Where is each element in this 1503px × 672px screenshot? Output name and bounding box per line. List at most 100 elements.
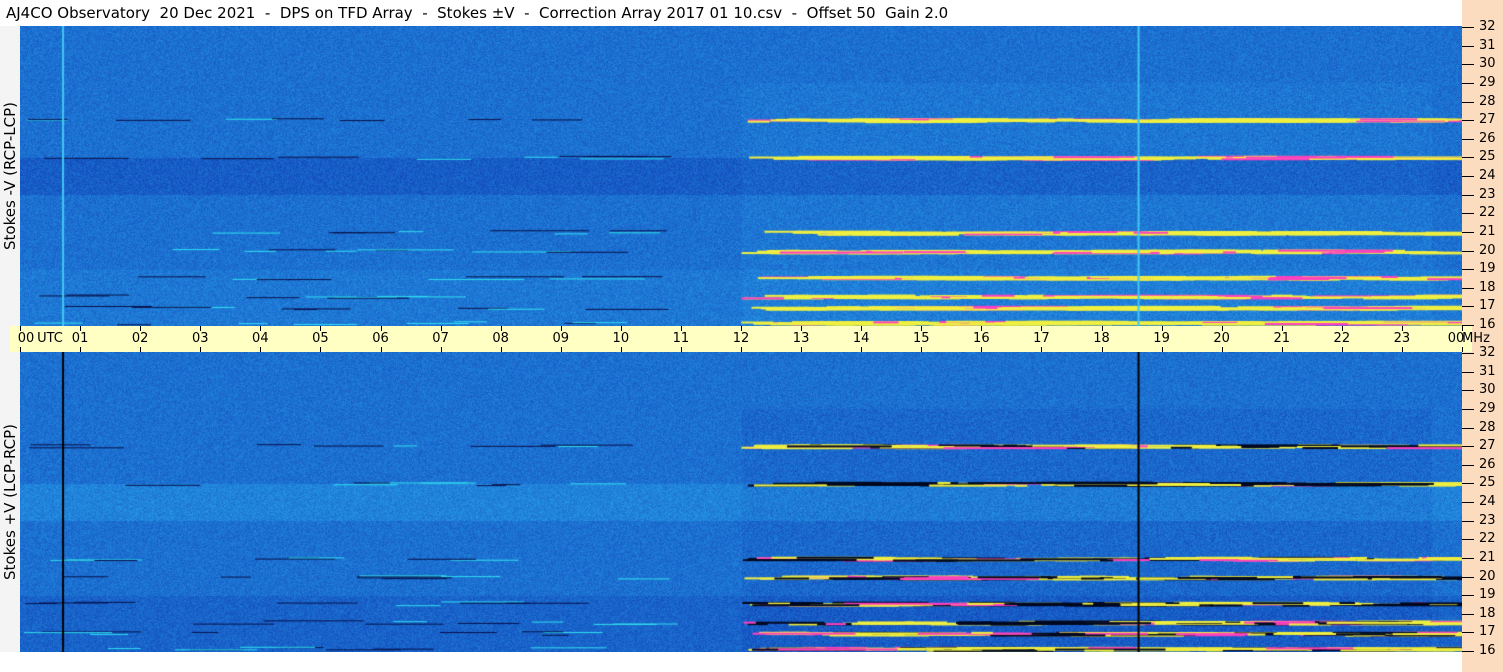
time-tick-mark [1161, 326, 1163, 331]
freq-tick-label: 25 [1479, 475, 1496, 491]
freq-tick-mark [1462, 576, 1474, 578]
freq-tick-mark [1462, 651, 1474, 652]
freq-tick-mark [1462, 632, 1474, 634]
time-tick-mark [1101, 326, 1103, 331]
time-tick-mark [560, 347, 562, 352]
freq-tick-label: 16 [1479, 643, 1496, 658]
freq-tick-mark [1462, 502, 1474, 503]
freq-tick-mark [1462, 82, 1474, 84]
freq-tick-label: 27 [1479, 438, 1496, 454]
time-tick-mark [140, 326, 142, 331]
freq-tick-label: 29 [1479, 400, 1496, 416]
time-tick-mark [620, 347, 622, 352]
spectrogram-stokes-minus-v [20, 26, 1462, 326]
time-tick-mark [741, 347, 742, 352]
freq-tick-label: 17 [1479, 624, 1496, 640]
freq-tick-label: 18 [1479, 279, 1496, 295]
time-tick-mark [200, 326, 202, 331]
time-tick-mark [801, 347, 803, 352]
panel-bottom-label: Stokes +V (LCP-RCP) [1, 424, 19, 580]
freq-tick-mark [1462, 138, 1474, 140]
freq-tick-mark [1462, 483, 1474, 485]
freq-tick-label: 27 [1479, 112, 1496, 128]
freq-tick-mark [1462, 250, 1474, 252]
time-tick-mark [440, 326, 442, 331]
freq-tick-mark [1462, 64, 1474, 66]
freq-tick-label: 31 [1479, 37, 1496, 53]
freq-tick-mark [1462, 427, 1474, 429]
freq-tick-label: 18 [1479, 605, 1496, 621]
utc-label: UTC [37, 331, 63, 346]
freq-tick-mark [1462, 408, 1474, 410]
freq-tick-label: 19 [1479, 261, 1496, 277]
freq-tick-mark [1462, 613, 1474, 615]
freq-tick-mark [1462, 45, 1474, 47]
time-tick-mark [440, 347, 442, 352]
freq-tick-mark [1462, 101, 1474, 103]
time-tick-mark [1161, 347, 1163, 352]
time-tick-mark [1221, 326, 1223, 331]
time-tick-mark [921, 326, 923, 331]
freq-tick-mark [1462, 306, 1474, 308]
freq-tick-mark [1462, 371, 1474, 373]
freq-tick-mark [1462, 213, 1474, 215]
time-axis: 00 01 02 03 04 05 06 07 08 09 10 11 12 13 14 15 16 17 18 19… [10, 326, 1490, 352]
time-tick-mark [260, 347, 262, 352]
time-tick-mark [741, 326, 742, 331]
time-tick-mark [1041, 347, 1043, 352]
freq-tick-mark [1462, 520, 1474, 522]
bottom-margin [0, 652, 1462, 672]
freq-tick-label: 32 [1479, 19, 1496, 34]
time-tick-mark [380, 326, 382, 331]
freq-tick-mark [1462, 446, 1474, 448]
time-tick-mark [861, 347, 863, 352]
time-tick-mark [1401, 326, 1403, 331]
freq-tick-label: 20 [1479, 242, 1496, 258]
freq-tick-mark [1462, 287, 1474, 289]
freq-tick-label: 26 [1479, 456, 1496, 472]
time-tick-mark [20, 326, 21, 331]
time-tick-mark [1281, 326, 1283, 331]
time-tick-mark [560, 326, 562, 331]
freq-tick-label: 21 [1479, 549, 1496, 565]
time-tick-mark [801, 326, 803, 331]
time-tick-mark [260, 326, 262, 331]
freq-tick-mark [1462, 176, 1474, 177]
time-tick-mark [680, 326, 682, 331]
spectrogram-stokes-plus-v [20, 352, 1462, 652]
time-tick-mark [500, 347, 502, 352]
time-tick-mark [1281, 347, 1283, 352]
freq-tick-label: 20 [1479, 568, 1496, 584]
freq-tick-mark [1462, 269, 1474, 271]
freq-tick-mark [1462, 539, 1474, 541]
freq-tick-mark [1462, 27, 1474, 28]
freq-tick-mark [1462, 194, 1474, 196]
freq-tick-label: 22 [1479, 205, 1496, 221]
time-tick-mark [921, 347, 923, 352]
time-tick-mark [1221, 347, 1223, 352]
time-tick-mark [1341, 326, 1343, 331]
freq-tick-label: 28 [1479, 93, 1496, 109]
time-tick-mark [80, 347, 82, 352]
freq-tick-label: 30 [1479, 56, 1496, 72]
freq-tick-mark [1462, 390, 1474, 392]
freq-tick-label: 23 [1479, 186, 1496, 202]
freq-tick-label: 17 [1479, 298, 1496, 314]
freq-tick-label: 21 [1479, 223, 1496, 239]
time-tick-mark [1341, 347, 1343, 352]
time-tick-mark [80, 326, 82, 331]
freq-tick-mark [1462, 231, 1474, 233]
panel-top-label: Stokes -V (RCP-LCP) [1, 102, 19, 250]
time-tick-mark [861, 326, 863, 331]
freq-tick-label: 25 [1479, 149, 1496, 165]
freq-tick-label: 24 [1479, 168, 1496, 183]
freq-tick-mark [1462, 157, 1474, 159]
freq-tick-label: 23 [1479, 512, 1496, 528]
freq-tick-label: 19 [1479, 587, 1496, 603]
time-tick-mark [500, 326, 502, 331]
freq-tick-label: 28 [1479, 419, 1496, 435]
freq-tick-label: 31 [1479, 363, 1496, 379]
time-tick-mark [200, 347, 202, 352]
time-tick-mark [1101, 347, 1103, 352]
time-tick-mark [140, 347, 142, 352]
